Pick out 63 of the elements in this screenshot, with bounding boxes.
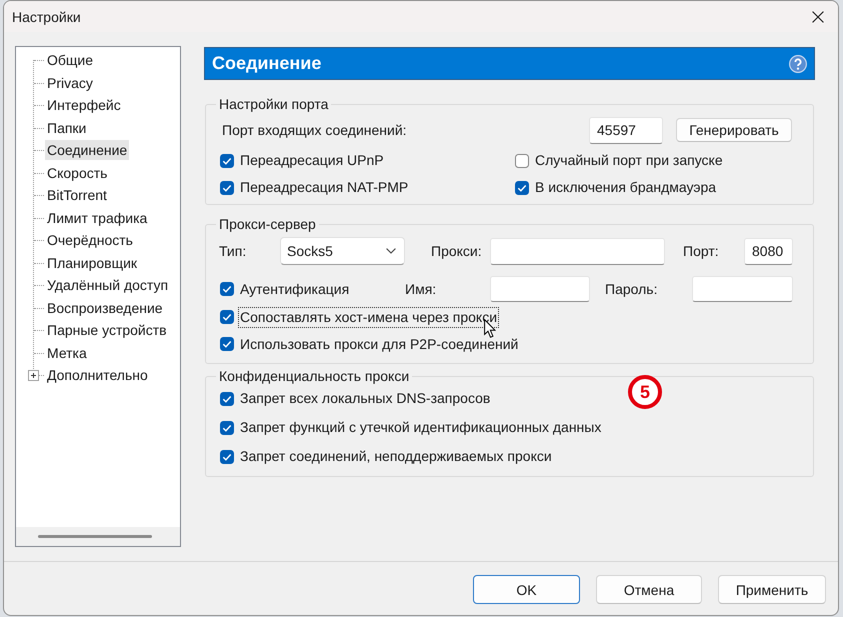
checkbox[interactable] <box>220 154 234 168</box>
tree-item[interactable]: Воспроизведение <box>45 298 165 318</box>
tree-item[interactable]: BitTorrent <box>45 185 109 206</box>
checkbox-label[interactable]: Сопоставлять хост-имена через прокси <box>239 308 498 326</box>
checkbox-label[interactable]: Переадресация UPnP <box>239 151 385 170</box>
tree-item[interactable]: Интерфейс <box>45 95 123 116</box>
generate-button[interactable]: Генерировать <box>676 118 792 142</box>
username-field[interactable] <box>490 276 590 302</box>
checkbox-label[interactable]: Запрет всех локальных DNS-запросов <box>239 389 492 408</box>
tree-item[interactable]: Парные устройств <box>45 320 169 340</box>
tree-item[interactable]: Лимит трафика <box>45 208 150 228</box>
proxy-type-dropdown[interactable]: Socks5 <box>280 237 405 265</box>
tree-item[interactable]: Метка <box>45 342 89 363</box>
group-label: Прокси-сервер <box>218 216 317 232</box>
field-label: Пароль: <box>605 281 658 297</box>
group-label: Настройки порта <box>218 96 330 112</box>
checkbox[interactable] <box>220 282 234 296</box>
proxy-address-field[interactable] <box>490 238 665 264</box>
checkbox-label[interactable]: Запрет функций с утечкой идентификационных данных <box>239 418 602 437</box>
window-title: Настройки <box>12 8 81 24</box>
cancel-button[interactable]: Отмена <box>596 575 702 604</box>
checkbox[interactable] <box>515 180 529 194</box>
checkbox[interactable] <box>515 154 529 168</box>
tree-item[interactable]: Дополнительно <box>45 365 150 386</box>
checkbox[interactable] <box>220 420 234 434</box>
field-label: Прокси: <box>431 243 482 259</box>
tree-item[interactable]: Удалённый доступ <box>45 275 170 296</box>
apply-button[interactable]: Применить <box>718 575 826 604</box>
password-field[interactable] <box>692 276 793 302</box>
tree-item[interactable]: Скорость <box>45 162 110 183</box>
checkbox-label[interactable]: Случайный порт при запуске <box>534 151 724 170</box>
checkbox-label[interactable]: Аутентификация <box>239 280 350 298</box>
chevron-down-icon[interactable] <box>386 248 396 254</box>
checkbox[interactable] <box>220 310 234 324</box>
field-label: Имя: <box>405 281 436 297</box>
field-label: Порт входящих соединений: <box>222 122 407 138</box>
tree-item[interactable]: Privacy <box>45 72 95 93</box>
checkbox[interactable] <box>220 337 234 351</box>
checkbox[interactable] <box>220 392 234 406</box>
tree-item[interactable]: Соединение <box>45 140 130 160</box>
port-field[interactable]: 45597 <box>589 116 663 144</box>
expand-icon[interactable] <box>28 370 39 381</box>
checkbox-label[interactable]: Использовать прокси для P2P-соединений <box>239 334 520 354</box>
ok-button[interactable]: OK <box>473 575 580 604</box>
close-icon[interactable] <box>812 10 824 22</box>
field-label: Порт: <box>683 243 719 259</box>
checkbox[interactable] <box>220 450 234 464</box>
field-label: Тип: <box>219 243 246 259</box>
help-icon[interactable] <box>789 54 807 72</box>
tree-item[interactable]: Папки <box>45 118 88 138</box>
group-label: Конфиденциальность прокси <box>218 368 410 384</box>
step-number-badge: 5 <box>628 375 662 409</box>
proxy-port-field[interactable]: 8080 <box>744 238 793 264</box>
tree-item[interactable]: Планировщик <box>45 252 140 273</box>
scrollbar-thumb[interactable] <box>38 535 152 538</box>
tree-item[interactable]: Общие <box>45 50 96 70</box>
checkbox-label[interactable]: Запрет соединений, неподдерживаемых прокси <box>239 447 553 466</box>
section-title: Соединение <box>212 53 322 74</box>
tree-item[interactable]: Очерёдность <box>45 230 135 250</box>
checkbox[interactable] <box>220 180 234 194</box>
checkbox-label[interactable]: В исключения брандмауэра <box>534 178 718 197</box>
checkbox-label[interactable]: Переадресация NAT-PMP <box>239 178 410 197</box>
horizontal-scrollbar[interactable] <box>16 527 180 546</box>
